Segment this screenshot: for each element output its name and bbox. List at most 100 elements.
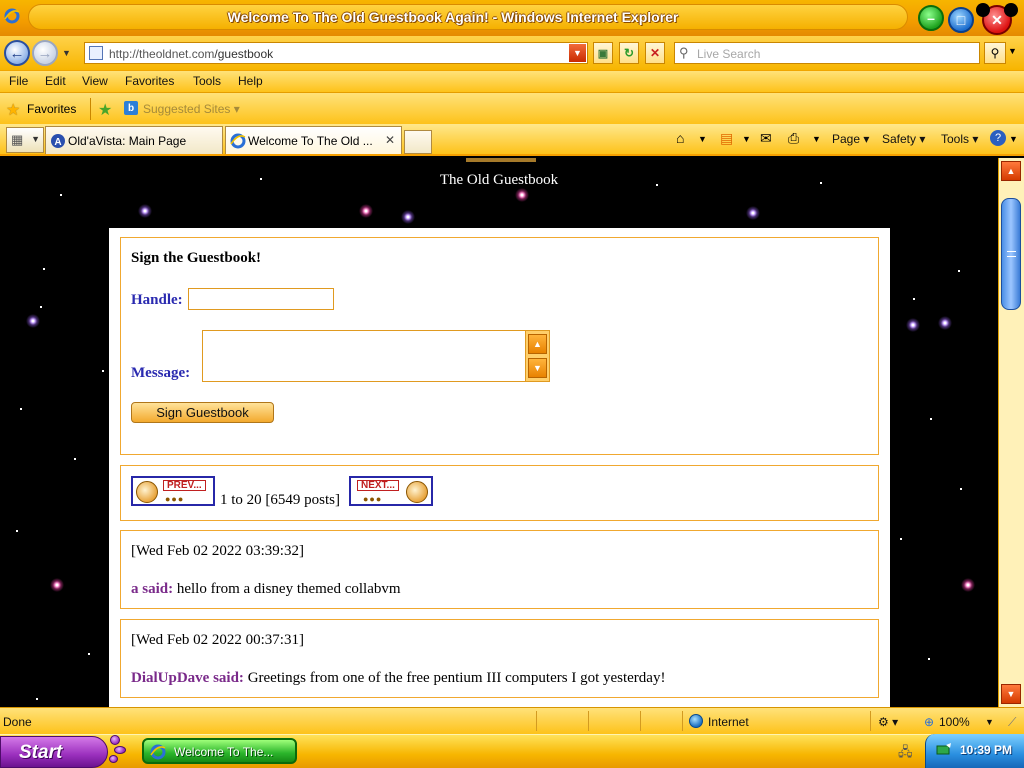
back-button[interactable]: ← <box>4 40 30 66</box>
pager-count: 1 to 20 [6549 posts] <box>220 492 340 508</box>
sign-heading: Sign the Guestbook! <box>131 250 262 266</box>
new-tab-button[interactable] <box>404 130 432 154</box>
menu-bar: File Edit View Favorites Tools Help <box>0 70 1024 92</box>
menu-file[interactable]: File <box>9 74 28 88</box>
refresh-button[interactable]: ↻ <box>619 42 639 64</box>
home-dropdown-icon[interactable]: ▼ <box>698 134 707 144</box>
maximize-button[interactable]: □ <box>948 7 974 33</box>
address-bar[interactable]: http://theoldnet.com/guestbook ▼ <box>84 42 588 64</box>
feeds-dropdown-icon[interactable]: ▼ <box>742 134 751 144</box>
taskbar-item-ie[interactable]: Welcome To The... <box>142 738 297 764</box>
page-scrollbar[interactable]: ▲ ▼ <box>998 158 1024 707</box>
tab-list-dropdown-icon[interactable]: ▼ <box>31 134 40 144</box>
close-window-button[interactable]: ✕ <box>976 3 1018 35</box>
internet-zone-icon <box>689 714 703 728</box>
refresh-icon: ↻ <box>623 46 635 60</box>
prev-decoration-icon <box>136 481 158 503</box>
back-arrow-icon: ← <box>9 44 25 62</box>
address-url[interactable]: http://theoldnet.com/guestbook <box>109 47 273 61</box>
favorites-button[interactable]: Favorites <box>27 102 76 116</box>
close-tab-icon[interactable]: ✕ <box>385 133 395 147</box>
star-decoration <box>102 370 104 372</box>
scroll-down-icon[interactable]: ▼ <box>528 358 547 378</box>
message-scrollbar[interactable]: ▲ ▼ <box>525 331 549 381</box>
window-title: Welcome To The Old Guestbook Again! - Wi… <box>227 9 679 25</box>
mail-icon[interactable]: ✉ <box>760 130 772 147</box>
home-icon[interactable]: ⌂ <box>676 130 684 146</box>
compatibility-view-button[interactable]: ▣ <box>593 42 613 64</box>
favorites-star-icon: ★ <box>6 102 21 119</box>
guestbook-post: [Wed Feb 02 2022 00:37:31] DialUpDave sa… <box>120 619 879 698</box>
taskbar-item-label: Welcome To The... <box>174 745 274 759</box>
feeds-icon[interactable]: ▤ <box>720 130 733 147</box>
handle-input[interactable] <box>188 288 334 310</box>
help-dropdown-icon[interactable]: ▼ <box>1009 134 1018 144</box>
safely-remove-hardware-icon[interactable] <box>936 743 952 757</box>
safety-menu-button[interactable]: Safety ▾ <box>882 132 925 146</box>
sign-guestbook-button[interactable]: Sign Guestbook <box>131 402 274 423</box>
magnifier-icon: ⚲ <box>990 46 1000 60</box>
menu-tools[interactable]: Tools <box>193 74 221 88</box>
page-menu-label: Page <box>832 132 861 146</box>
pagination-box: PREV... ●●● 1 to 20 [6549 posts] NEXT...… <box>120 465 879 521</box>
message-textarea[interactable]: ▲ ▼ <box>202 330 550 382</box>
menu-favorites[interactable]: Favorites <box>125 74 174 88</box>
title-bar: Welcome To The Old Guestbook Again! - Wi… <box>0 0 1024 36</box>
post-date: [Wed Feb 02 2022 00:37:31] <box>131 632 304 648</box>
close-icon: ✕ <box>991 11 1003 28</box>
safety-menu-label: Safety <box>882 132 917 146</box>
resize-grip-icon[interactable]: ⟋ <box>1008 715 1016 730</box>
print-dropdown-icon[interactable]: ▼ <box>812 134 821 144</box>
next-button[interactable]: NEXT... ●●● <box>349 476 433 506</box>
star-decoration <box>746 206 760 220</box>
protected-mode-icon[interactable]: ⚙ ▾ <box>878 715 898 729</box>
quick-tabs-button[interactable]: ▦ ▼ <box>6 127 44 153</box>
suggested-sites-link[interactable]: Suggested Sites ▾ <box>143 102 240 116</box>
search-options-icon[interactable]: ▼ <box>1008 46 1017 56</box>
address-dropdown-icon[interactable]: ▼ <box>569 44 586 62</box>
network-tray-icon[interactable]: 🖧 <box>898 743 913 765</box>
tools-menu-button[interactable]: Tools ▾ <box>941 132 978 146</box>
post-author: DialUpDave said: <box>131 670 244 686</box>
tab-oldavista[interactable]: A Old'aVista: Main Page <box>45 126 223 154</box>
print-icon[interactable]: ⎙ <box>788 130 799 147</box>
zoom-level[interactable]: 100% <box>939 715 970 729</box>
star-decoration <box>930 418 932 420</box>
scroll-up-icon[interactable]: ▲ <box>1001 161 1021 181</box>
svg-text:A: A <box>54 137 61 148</box>
status-divider <box>640 711 641 731</box>
menu-view[interactable]: View <box>82 74 108 88</box>
minimize-button[interactable]: – <box>918 5 944 31</box>
oldavista-icon: A <box>51 134 65 148</box>
stop-button[interactable]: ✕ <box>645 42 665 64</box>
add-to-favorites-icon[interactable]: ★ <box>98 100 112 120</box>
page-viewport: The Old Guestbook Sign the Guestbook! Ha… <box>0 158 998 707</box>
forward-button[interactable]: → <box>32 40 58 66</box>
start-bubbles-icon <box>108 733 132 765</box>
menu-edit[interactable]: Edit <box>45 74 66 88</box>
search-button[interactable]: ⚲ <box>984 42 1006 64</box>
scroll-down-icon[interactable]: ▼ <box>1001 684 1021 704</box>
start-button[interactable]: Start <box>0 736 108 768</box>
zoom-dropdown-icon[interactable]: ▼ <box>985 717 994 727</box>
menu-help[interactable]: Help <box>238 74 263 88</box>
page-icon <box>89 46 103 60</box>
clock[interactable]: 10:39 PM <box>960 743 1012 757</box>
scroll-up-icon[interactable]: ▲ <box>528 334 547 354</box>
zoom-icon[interactable]: ⊕ <box>924 715 934 729</box>
tools-menu-label: Tools <box>941 132 970 146</box>
help-icon[interactable]: ? <box>990 130 1006 146</box>
scrollbar-thumb[interactable] <box>1001 198 1021 310</box>
page-menu-button[interactable]: Page ▾ <box>832 132 869 146</box>
search-box[interactable]: ⚲ Live Search <box>674 42 980 64</box>
suggested-sites-icon: b <box>124 101 138 115</box>
forward-arrow-icon: → <box>37 44 53 62</box>
star-decoration <box>913 298 915 300</box>
star-decoration <box>928 658 930 660</box>
tab-guestbook[interactable]: Welcome To The Old ... ✕ <box>225 126 402 154</box>
page-top-decoration <box>466 158 536 162</box>
search-icon: ⚲ <box>679 45 689 60</box>
star-decoration <box>900 538 902 540</box>
prev-button[interactable]: PREV... ●●● <box>131 476 215 506</box>
history-dropdown-icon[interactable]: ▼ <box>62 48 71 58</box>
